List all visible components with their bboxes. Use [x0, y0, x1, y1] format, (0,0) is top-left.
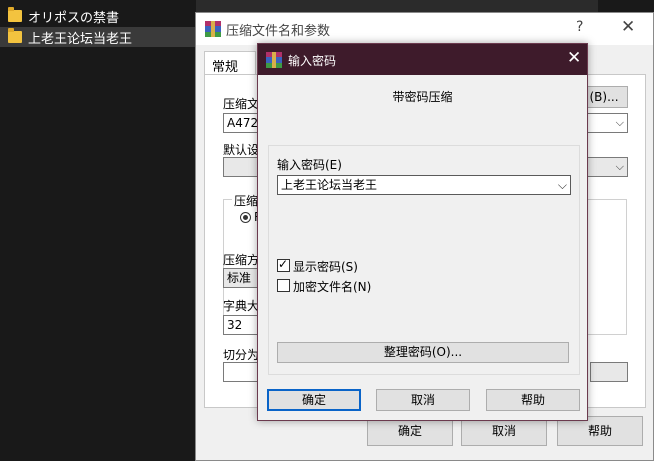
- split-unit-combo[interactable]: [590, 362, 628, 382]
- winrar-icon: [266, 52, 282, 68]
- show-password-checkbox[interactable]: [277, 257, 290, 272]
- file-item[interactable]: オリポスの禁書: [0, 6, 196, 26]
- folder-icon: [8, 7, 22, 22]
- back-help-label: 帮助: [587, 424, 612, 438]
- format-group-label: 压缩: [232, 192, 261, 209]
- organize-passwords-button[interactable]: 整理密码(O)...: [277, 342, 569, 363]
- archive-name-label: 压缩文: [223, 97, 260, 111]
- password-dialog-titlebar: 输入密码 ✕: [258, 44, 587, 75]
- password-help-label: 帮助: [520, 393, 545, 407]
- show-password-label[interactable]: 显示密码(S): [293, 258, 358, 275]
- close-icon[interactable]: ✕: [621, 17, 635, 37]
- tab-general[interactable]: 常规: [204, 51, 256, 76]
- split-label: 切分为: [223, 348, 260, 362]
- chevron-down-icon[interactable]: ⌵: [558, 176, 567, 194]
- file-name: オリポスの禁書: [28, 10, 120, 26]
- password-ok-button[interactable]: 确定: [267, 389, 361, 411]
- close-icon[interactable]: ✕: [567, 48, 581, 68]
- format-rar-radio[interactable]: [240, 212, 251, 223]
- dictionary-value: 32: [227, 318, 243, 332]
- encrypt-filenames-label[interactable]: 加密文件名(N): [293, 278, 371, 295]
- password-dialog: 输入密码 ✕ 带密码压缩 输入密码(E) 上老王论坛当老王 ⌵ 显示密码(S) …: [257, 43, 588, 421]
- method-value: 标准: [227, 271, 252, 285]
- default-profile-label: 默认设: [223, 143, 260, 157]
- file-item-selected[interactable]: 上老王论坛当老王: [0, 27, 196, 47]
- dialog-titlebar: 压缩文件名和参数 ? ✕: [196, 13, 653, 45]
- back-cancel-label: 取消: [491, 424, 516, 438]
- password-heading: 带密码压缩: [392, 90, 453, 104]
- chevron-down-icon: ⌵: [615, 116, 624, 129]
- file-name: 上老王论坛当老王: [28, 31, 133, 47]
- encrypt-filenames-checkbox[interactable]: [277, 279, 290, 292]
- chevron-down-icon: ⌵: [615, 160, 624, 173]
- folder-icon: [8, 28, 22, 43]
- tab-general-label: 常规: [212, 60, 239, 75]
- dialog-title: 压缩文件名和参数: [226, 24, 331, 39]
- password-help-button[interactable]: 帮助: [486, 389, 580, 411]
- password-input[interactable]: 上老王论坛当老王 ⌵: [277, 175, 571, 195]
- browse-button-label: (B)...: [589, 90, 619, 104]
- organize-passwords-label: 整理密码(O)...: [383, 345, 463, 359]
- method-label: 压缩方: [223, 253, 260, 267]
- winrar-icon: [205, 21, 221, 37]
- password-groupbox: 输入密码(E) 上老王论坛当老王 ⌵ 显示密码(S) 加密文件名(N) 整理密码…: [268, 145, 580, 375]
- password-value: 上老王论坛当老王: [281, 178, 378, 192]
- password-cancel-label: 取消: [410, 393, 435, 407]
- password-label: 输入密码(E): [277, 158, 342, 172]
- password-dialog-title: 输入密码: [288, 54, 337, 68]
- password-cancel-button[interactable]: 取消: [376, 389, 470, 411]
- dictionary-label: 字典大: [223, 299, 260, 313]
- password-ok-label: 确定: [301, 393, 326, 407]
- back-ok-label: 确定: [397, 424, 422, 438]
- help-icon[interactable]: ?: [576, 19, 583, 35]
